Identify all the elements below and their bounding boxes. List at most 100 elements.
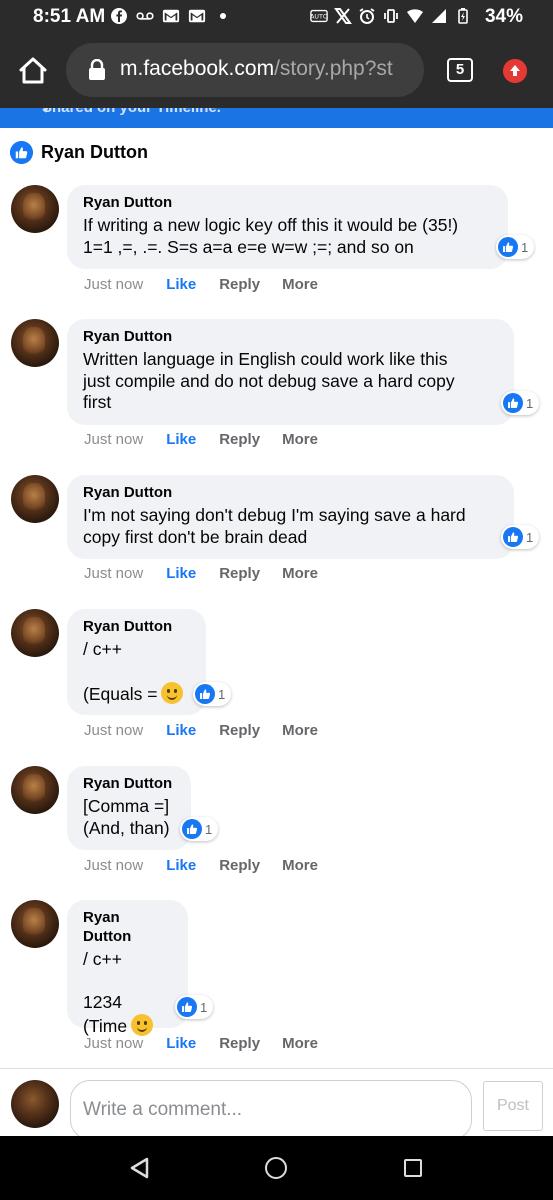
reaction-count[interactable]: 1 (180, 817, 219, 841)
comment-timestamp[interactable]: Just now (84, 1035, 143, 1052)
reply-button[interactable]: Reply (219, 857, 260, 874)
x-app-icon (334, 8, 352, 24)
avatar[interactable] (11, 185, 59, 233)
update-available-icon[interactable] (503, 59, 527, 83)
slightly-smiling-face-icon (161, 682, 184, 704)
comment-text: If writing a new logic key off this it w… (83, 215, 459, 257)
system-icons: AUTO (310, 7, 472, 25)
avatar[interactable] (11, 609, 59, 657)
comment-bubble[interactable]: Ryan Dutton / c++ (Equals = (67, 609, 206, 715)
reactor-name[interactable]: Ryan Dutton (41, 142, 148, 163)
comment-bubble[interactable]: Ryan Dutton / c++ 1234 (Time (67, 900, 188, 1036)
comment-timestamp[interactable]: Just now (84, 431, 143, 448)
reply-button[interactable]: Reply (219, 722, 260, 739)
comment-text-content: / c++ (Equals = (83, 639, 158, 704)
comment-timestamp[interactable]: Just now (84, 565, 143, 582)
comment-bubble[interactable]: Ryan Dutton Written language in English … (67, 319, 514, 425)
svg-text:AUTO: AUTO (310, 14, 328, 21)
like-button[interactable]: Like (166, 565, 196, 582)
like-reaction-icon (182, 819, 202, 839)
avatar[interactable] (11, 319, 59, 367)
comment-timestamp[interactable]: Just now (84, 857, 143, 874)
comment-actions: Just now Like Reply More (84, 722, 318, 739)
composer-divider (0, 1068, 553, 1069)
comment-bubble[interactable]: Ryan Dutton [Comma =] (And, than) (67, 766, 191, 850)
comment-text: / c++ (Equals = (83, 639, 190, 706)
comment-timestamp[interactable]: Just now (84, 276, 143, 293)
reaction-count[interactable]: 1 (193, 682, 232, 706)
comment-author[interactable]: Ryan Dutton (83, 193, 492, 212)
reply-button[interactable]: Reply (219, 276, 260, 293)
status-time: 8:51 AM (33, 6, 106, 27)
like-button[interactable]: Like (166, 276, 196, 293)
comment-author[interactable]: Ryan Dutton (83, 617, 190, 636)
avatar[interactable] (11, 900, 59, 948)
home-icon[interactable] (16, 54, 50, 88)
comment-author[interactable]: Ryan Dutton (83, 327, 498, 346)
reaction-count[interactable]: 1 (501, 391, 540, 415)
reply-button[interactable]: Reply (219, 1035, 260, 1052)
comment-bubble[interactable]: Ryan Dutton If writing a new logic key o… (67, 185, 508, 269)
gmail-icon (188, 9, 206, 23)
vibrate-icon (384, 9, 398, 23)
reaction-count[interactable]: 1 (496, 235, 535, 259)
address-bar[interactable]: m.facebook.com/story.php?st (66, 43, 424, 97)
more-button[interactable]: More (282, 431, 318, 448)
more-button[interactable]: More (282, 857, 318, 874)
notification-icons (110, 7, 232, 25)
battery-charging-icon (458, 8, 468, 24)
comment-author[interactable]: Ryan Dutton (83, 774, 175, 793)
like-button[interactable]: Like (166, 431, 196, 448)
comment-actions: Just now Like Reply More (84, 1035, 318, 1052)
like-button[interactable]: Like (166, 857, 196, 874)
avatar[interactable] (11, 475, 59, 523)
recents-icon[interactable] (404, 1159, 422, 1177)
tab-switcher-button[interactable]: 5 (447, 58, 473, 82)
more-button[interactable]: More (282, 722, 318, 739)
more-button[interactable]: More (282, 565, 318, 582)
battery-percentage: 34% (484, 6, 523, 27)
comment-input[interactable] (70, 1080, 472, 1140)
like-reaction-icon (195, 684, 215, 704)
url-host: m.facebook.com (120, 57, 275, 80)
home-nav-icon[interactable] (265, 1157, 287, 1179)
reply-button[interactable]: Reply (219, 431, 260, 448)
composer-avatar (11, 1080, 59, 1128)
status-bar: 8:51 AM AUTO 34% (0, 0, 553, 34)
comment-actions: Just now Like Reply More (84, 565, 318, 582)
comment-bubble[interactable]: Ryan Dutton I'm not saying don't debug I… (67, 475, 514, 559)
comment-timestamp[interactable]: Just now (84, 722, 143, 739)
comment-author[interactable]: Ryan Dutton (83, 483, 498, 502)
reaction-count[interactable]: 1 (501, 525, 540, 549)
reaction-number: 1 (218, 686, 226, 702)
avatar[interactable] (11, 766, 59, 814)
comment-actions: Just now Like Reply More (84, 276, 318, 293)
like-button[interactable]: Like (166, 722, 196, 739)
post-button[interactable]: Post (483, 1081, 543, 1131)
more-button[interactable]: More (282, 1035, 318, 1052)
comment-author[interactable]: Ryan Dutton (83, 908, 172, 946)
like-reaction-icon (503, 527, 523, 547)
like-reaction-icon (177, 997, 197, 1017)
more-button[interactable]: More (282, 276, 318, 293)
reply-button[interactable]: Reply (219, 565, 260, 582)
more-notifications-dot-icon (220, 13, 226, 19)
reaction-number: 1 (205, 821, 213, 837)
system-navigation-bar (0, 1136, 553, 1200)
comment-actions: Just now Like Reply More (84, 857, 318, 874)
comment-text: I'm not saying don't debug I'm saying sa… (83, 505, 466, 547)
reaction-count[interactable]: 1 (175, 995, 214, 1019)
reactor-header: Ryan Dutton (10, 140, 148, 164)
like-button[interactable]: Like (166, 1035, 196, 1052)
reaction-number: 1 (526, 395, 534, 411)
gmail-icon (162, 9, 180, 23)
comment-text-content: / c++ 1234 (Time (83, 949, 128, 1036)
comment-text: Written language in English could work l… (83, 349, 455, 412)
alarm-icon (359, 8, 375, 24)
share-banner-text: Shared on your Timeline. (42, 108, 221, 116)
back-icon[interactable] (128, 1156, 152, 1180)
like-reaction-icon (498, 237, 518, 257)
share-banner: ▾ Shared on your Timeline. (0, 108, 553, 128)
comment-text: [Comma =] (And, than) (83, 796, 170, 838)
facebook-notification-icon (111, 8, 127, 24)
